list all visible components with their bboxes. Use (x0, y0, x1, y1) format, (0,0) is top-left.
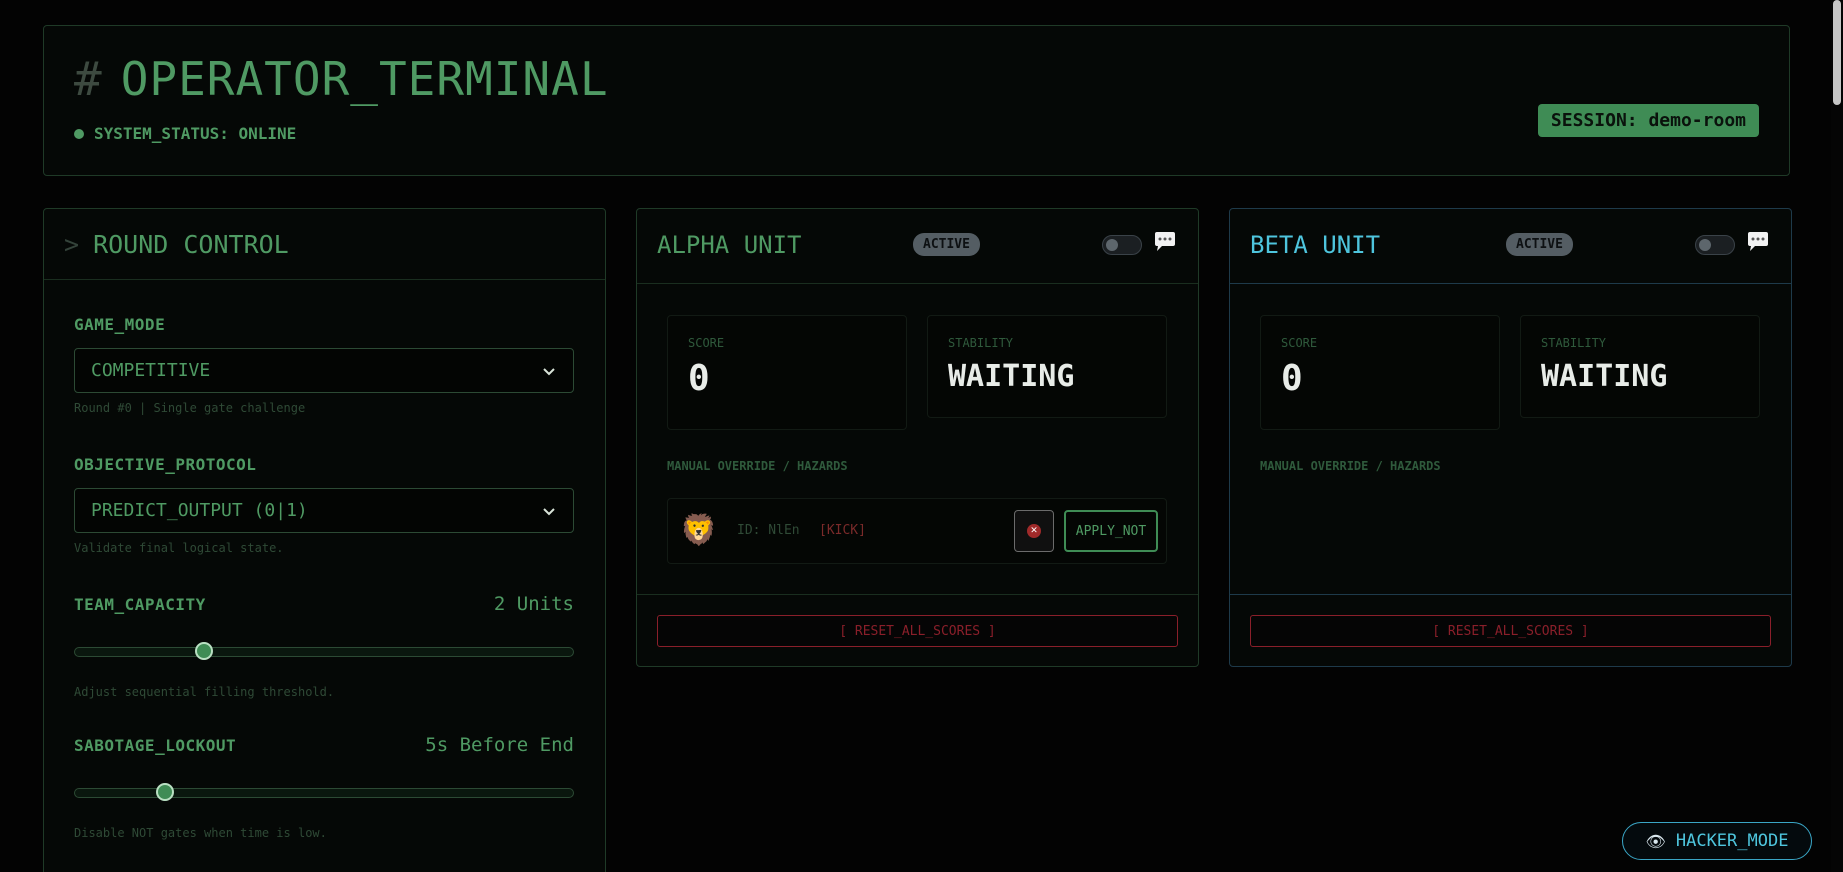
team-capacity-hint: Adjust sequential filling threshold. (74, 685, 335, 699)
sabotage-slider[interactable] (74, 783, 574, 801)
sabotage-slider-handle[interactable] (155, 783, 174, 801)
chat-icon[interactable] (1153, 231, 1177, 253)
game-mode-hint: Round #0 | Single gate challenge (74, 401, 306, 415)
alpha-unit-name: ALPHA UNIT (657, 231, 802, 259)
objective-label: OBJECTIVE_PROTOCOL (74, 455, 257, 474)
alpha-toggle[interactable] (1102, 235, 1142, 255)
hacker-mode-label: HACKER_MODE (1675, 831, 1789, 851)
toggle-knob (1106, 239, 1118, 251)
lion-avatar-icon: 🦁 (680, 513, 718, 548)
beta-unit-card: BETA UNIT ACTIVE SCORE 0 STABILITY WAITI… (1229, 208, 1792, 667)
beta-score-box: SCORE 0 (1260, 315, 1500, 430)
round-control-title: ROUND CONTROL (93, 229, 289, 259)
beta-stability-label: STABILITY (1541, 336, 1607, 350)
chat-icon[interactable] (1746, 231, 1770, 253)
team-capacity-field: TEAM_CAPACITY 2 Units Adjust sequential … (74, 593, 574, 699)
team-capacity-value: 2 Units (493, 593, 574, 615)
alpha-score-label: SCORE (688, 336, 725, 350)
alpha-score-value: 0 (688, 358, 710, 399)
alpha-score-box: SCORE 0 (667, 315, 907, 430)
beta-score-value: 0 (1281, 358, 1303, 399)
game-mode-value: COMPETITIVE (91, 360, 211, 381)
page-scrollbar[interactable] (1831, 0, 1843, 872)
team-capacity-slider-handle[interactable] (195, 642, 214, 660)
chevron-down-icon (543, 507, 555, 515)
round-control-header: > ROUND CONTROL (44, 209, 605, 280)
team-capacity-label: TEAM_CAPACITY (74, 595, 206, 614)
app-root: # OPERATOR_TERMINAL SYSTEM_STATUS: ONLINE… (0, 0, 1843, 872)
title-hash: # (74, 52, 103, 106)
system-status: SYSTEM_STATUS: ONLINE (74, 124, 296, 143)
sabotage-field: SABOTAGE_LOCKOUT 5s Before End Disable N… (74, 734, 574, 840)
alpha-stability-value: WAITING (948, 359, 1075, 394)
beta-stability-box: STABILITY WAITING (1520, 315, 1760, 418)
objective-select[interactable]: PREDICT_OUTPUT (0|1) (74, 488, 574, 533)
page-title: # OPERATOR_TERMINAL (74, 52, 609, 106)
round-control-panel: > ROUND CONTROL GAME_MODE COMPETITIVE Ro… (43, 208, 606, 872)
beta-reset-scores-button[interactable]: [ RESET_ALL_SCORES ] (1250, 615, 1771, 647)
game-mode-select[interactable]: COMPETITIVE (74, 348, 574, 393)
alpha-unit-header: ALPHA UNIT ACTIVE (637, 209, 1198, 284)
alpha-footer-divider (637, 594, 1198, 595)
scrollbar-thumb[interactable] (1833, 0, 1841, 105)
alpha-status-badge: ACTIVE (913, 233, 980, 256)
mute-icon: ✕ (1027, 524, 1041, 538)
alpha-stability-label: STABILITY (948, 336, 1014, 350)
hacker-mode-button[interactable]: 👁 HACKER_MODE (1622, 822, 1812, 860)
beta-stability-value: WAITING (1541, 359, 1668, 394)
alpha-player-row: 🦁 ID: NlEn [KICK] ✕ APPLY_NOT (667, 498, 1167, 564)
beta-unit-name: BETA UNIT (1250, 231, 1381, 259)
apply-not-button[interactable]: APPLY_NOT (1064, 510, 1158, 552)
alpha-stability-box: STABILITY WAITING (927, 315, 1167, 418)
title-text: OPERATOR_TERMINAL (120, 52, 609, 106)
beta-unit-header: BETA UNIT ACTIVE (1230, 209, 1791, 284)
objective-hint: Validate final logical state. (74, 541, 284, 555)
objective-value: PREDICT_OUTPUT (0|1) (91, 500, 308, 521)
alpha-reset-scores-button[interactable]: [ RESET_ALL_SCORES ] (657, 615, 1178, 647)
beta-override-label: MANUAL OVERRIDE / HAZARDS (1260, 459, 1441, 473)
sabotage-label: SABOTAGE_LOCKOUT (74, 736, 237, 755)
eye-icon: 👁 (1645, 831, 1666, 851)
mute-button[interactable]: ✕ (1014, 510, 1054, 552)
alpha-unit-card: ALPHA UNIT ACTIVE SCORE 0 STABILITY WAIT… (636, 208, 1199, 667)
kick-link[interactable]: [KICK] (819, 523, 866, 538)
sabotage-value: 5s Before End (425, 734, 574, 756)
player-id: ID: NlEn (737, 523, 800, 538)
game-mode-field: GAME_MODE COMPETITIVE Round #0 | Single … (74, 315, 574, 415)
sabotage-hint: Disable NOT gates when time is low. (74, 826, 327, 840)
status-dot-icon (74, 128, 84, 139)
beta-toggle[interactable] (1695, 235, 1735, 255)
objective-field: OBJECTIVE_PROTOCOL PREDICT_OUTPUT (0|1) … (74, 455, 574, 555)
beta-footer-divider (1230, 594, 1791, 595)
session-badge: SESSION: demo-room (1537, 104, 1759, 137)
chevron-down-icon (543, 367, 555, 375)
prompt-icon: > (64, 229, 80, 259)
beta-status-badge: ACTIVE (1506, 233, 1573, 256)
status-text: SYSTEM_STATUS: ONLINE (94, 124, 297, 143)
alpha-override-label: MANUAL OVERRIDE / HAZARDS (667, 459, 848, 473)
toggle-knob (1699, 239, 1711, 251)
game-mode-label: GAME_MODE (74, 315, 166, 334)
team-capacity-slider[interactable] (74, 642, 574, 660)
beta-score-label: SCORE (1281, 336, 1318, 350)
header-panel: # OPERATOR_TERMINAL SYSTEM_STATUS: ONLINE… (43, 25, 1790, 176)
